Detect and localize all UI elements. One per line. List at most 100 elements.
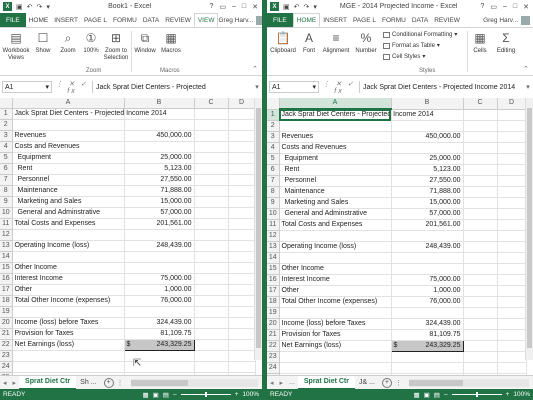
tab-view[interactable]: VIEW [193,13,219,27]
cell-a[interactable]: Provision for Taxes [12,328,125,340]
cell-d[interactable] [497,329,527,341]
scroll-thumb[interactable] [130,379,188,386]
cell-c[interactable] [463,131,498,143]
row-header[interactable]: 10 [0,207,13,219]
vertical-scrollbar[interactable] [254,98,262,360]
cell-d[interactable] [228,229,256,241]
row-header[interactable]: 4 [267,142,280,154]
cell-d[interactable] [228,196,256,208]
cell-b[interactable]: 76,000.00 [391,296,464,308]
cell-c[interactable] [194,229,229,241]
cell-b[interactable]: 15,000.00 [124,196,195,208]
user-account[interactable]: Greg Harv... [483,13,533,27]
cell-d[interactable] [228,339,256,351]
cell-c[interactable] [194,240,229,252]
cell-a[interactable]: Net Earnings (loss) [279,340,392,352]
cell-c[interactable] [463,307,498,319]
cell-c[interactable] [194,108,229,120]
cell-a[interactable]: Maintenance [279,186,392,198]
cell-d[interactable] [497,340,527,352]
cell-d[interactable] [228,284,256,296]
minimize-icon[interactable]: – [503,3,507,11]
cell-d[interactable] [228,350,256,362]
cell-d[interactable] [228,273,256,285]
row-header[interactable]: 11 [267,219,280,231]
cell-a[interactable]: Jack Sprat Diet Centers - Projected Inco… [279,109,434,121]
cell-b[interactable]: $243,329.25 [123,339,195,351]
maximize-icon[interactable]: □ [242,3,246,11]
row-header[interactable]: 7 [0,174,13,186]
cell-b[interactable]: 248,439.00 [391,241,464,253]
column-header[interactable]: D [497,98,527,110]
worksheet-grid[interactable]: A B C D 1 Jack Sprat Diet Centers - Proje… [0,98,262,384]
row-header[interactable]: 20 [0,317,13,329]
cell-b[interactable]: 5,123.00 [124,163,195,175]
cell-b[interactable]: 71,888.00 [124,185,195,197]
column-header[interactable]: C [463,98,498,110]
cell-c[interactable] [463,186,498,198]
vertical-scrollbar[interactable] [525,98,533,360]
redo-icon[interactable]: ↷ [304,3,310,11]
zoom-level[interactable]: 100% [242,391,259,398]
cell-b[interactable]: 75,000.00 [124,273,195,285]
tab-file[interactable]: FILE [267,13,293,27]
cell-c[interactable] [463,197,498,209]
cell-b[interactable]: 15,000.00 [391,197,464,209]
expand-formula-icon[interactable]: ▾ [252,83,262,91]
cell-d[interactable] [228,174,256,186]
cell-a[interactable]: Operating Income (loss) [12,240,125,252]
cell-a[interactable]: Total Other Income (expenses) [12,295,125,307]
cell-d[interactable] [497,219,527,231]
expand-formula-icon[interactable]: ▾ [523,83,533,91]
cell-a[interactable]: Rent [279,164,392,176]
cell-a[interactable]: Costs and Revenues [279,142,392,154]
sheet-options-icon[interactable]: ⋮ [114,379,127,387]
cell-c[interactable] [194,196,229,208]
window-button[interactable]: ⧉ Window [133,30,157,55]
alignment-button[interactable]: ≡ Alignment [321,30,351,55]
cell-d[interactable] [228,361,256,373]
row-header[interactable]: 16 [267,274,280,286]
zoom-slider[interactable] [451,392,502,397]
cell-a[interactable]: Total Costs and Expenses [279,219,392,231]
page-layout-view-icon[interactable]: ▣ [153,391,159,399]
cell-b[interactable]: 450,000.00 [391,131,464,143]
maximize-icon[interactable]: □ [513,3,517,11]
worksheet-grid[interactable]: A B C D 1 Jack Sprat Diet Centers - Proje… [267,98,533,385]
row-header[interactable]: 17 [267,285,280,297]
cell-b[interactable] [124,251,195,263]
cell-b[interactable]: 75,000.00 [391,274,464,286]
cell-c[interactable] [194,141,229,153]
tab-formulas[interactable]: FORMU [110,13,140,27]
cell-b[interactable] [124,141,195,153]
row-header[interactable]: 3 [0,130,13,142]
cell-a[interactable]: Income (loss) before Taxes [279,318,392,330]
cell-a[interactable] [12,350,125,362]
tab-data[interactable]: DATA [409,13,431,27]
cell-a[interactable] [12,229,125,241]
cell-b[interactable]: 71,888.00 [391,186,464,198]
cell-d[interactable] [497,230,527,242]
row-header[interactable]: 13 [267,241,280,253]
cell-b[interactable] [124,229,195,241]
font-button[interactable]: A Font [300,30,318,55]
cell-d[interactable] [497,153,527,165]
row-header[interactable]: 23 [267,351,280,363]
tab-page-layout[interactable]: PAGE L [81,13,110,27]
cell-b[interactable] [391,142,464,154]
row-header[interactable]: 21 [267,329,280,341]
row-header[interactable]: 21 [0,328,13,340]
cell-b[interactable]: 27,550.00 [391,175,464,187]
tab-data[interactable]: DATA [140,13,162,27]
row-header[interactable]: 1 [267,109,280,121]
cell-a[interactable] [279,252,392,264]
cell-c[interactable] [194,185,229,197]
cell-b[interactable] [391,230,464,242]
cell-d[interactable] [228,317,256,329]
cell-b[interactable]: 1,000.00 [124,284,195,296]
cell-b[interactable] [124,119,195,131]
cell-c[interactable] [463,109,498,121]
editing-button[interactable]: Σ Editing [493,30,519,55]
cell-a[interactable]: Provision for Taxes [279,329,392,341]
cell-d[interactable] [497,285,527,297]
